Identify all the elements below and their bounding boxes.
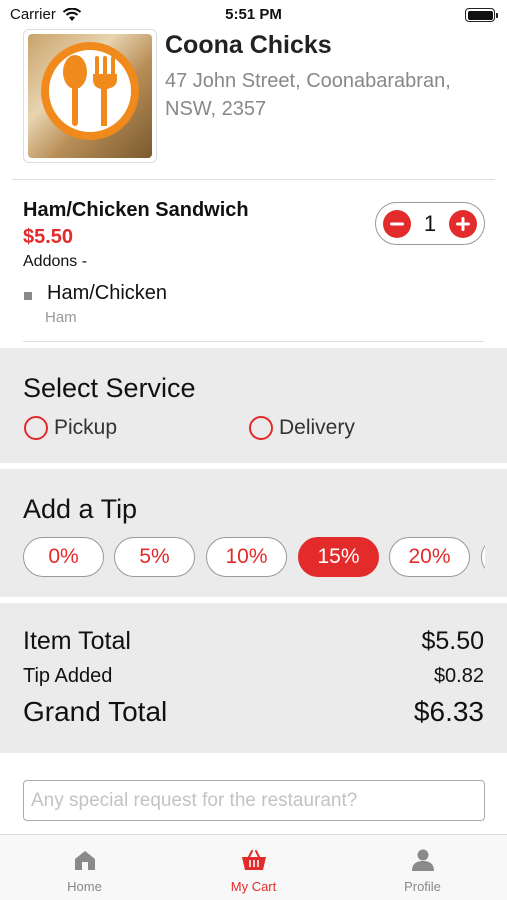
restaurant-logo [23,29,157,163]
quantity-stepper: 1 [375,202,485,245]
tip-added-label: Tip Added [23,665,113,687]
restaurant-header: Coona Chicks 47 John Street, Coonabarabr… [0,28,507,178]
bullet-icon [24,292,32,300]
person-icon [411,849,434,871]
divider [12,179,495,180]
increase-quantity-button[interactable] [449,209,477,238]
totals-section: Item Total $5.50 Tip Added $0.82 Grand T… [0,603,507,753]
status-bar: Carrier 5:51 PM [0,0,507,30]
tab-home-label: Home [67,879,102,894]
item-price: $5.50 [23,226,74,248]
tip-option-more[interactable] [481,537,485,577]
radio-circle [24,416,48,440]
pickup-label: Pickup [54,416,118,439]
tip-option-5[interactable]: 5% [114,537,195,577]
quantity-value: 1 [423,210,437,236]
tip-section: Add a Tip 0% 5% 10% 15% 20% [0,469,507,597]
addon-option: Ham [45,309,77,326]
item-name: Ham/Chicken Sandwich [23,199,249,221]
home-icon [74,851,95,870]
fork-spoon-icon [63,55,117,126]
addons-label: Addons - [23,253,88,270]
decrease-quantity-button[interactable] [383,209,411,238]
basket-icon [241,850,266,870]
restaurant-name: Coona Chicks [165,31,332,59]
divider [23,341,484,342]
tab-profile-label: Profile [404,879,441,894]
tip-options: 0% 5% 10% 15% 20% [23,537,485,577]
tip-option-0[interactable]: 0% [23,537,104,577]
tab-my-cart[interactable]: My Cart [169,835,338,900]
restaurant-address: 47 John Street, Coonabarabran, NSW, 2357 [165,70,451,120]
tip-title: Add a Tip [23,494,138,524]
pickup-radio[interactable]: Pickup [24,416,117,440]
delivery-label: Delivery [279,416,355,439]
tab-my-cart-label: My Cart [230,879,277,894]
cart-item: Ham/Chicken Sandwich $5.50 Addons - Ham/… [0,182,507,342]
service-title: Select Service [23,373,196,403]
tab-bar: Home My Cart Profile [0,834,507,900]
clock: 5:51 PM [225,6,282,23]
delivery-radio[interactable]: Delivery [249,416,355,440]
service-section: Select Service Pickup Delivery [0,348,507,463]
tip-option-20[interactable]: 20% [389,537,470,577]
special-request-input[interactable] [23,780,485,821]
minus-icon [390,222,404,225]
plus-icon [456,216,470,231]
tip-option-15[interactable]: 15% [298,537,379,577]
tip-added-value: $0.82 [433,665,484,687]
tab-home[interactable]: Home [0,835,169,900]
radio-circle [249,416,273,440]
battery-icon [465,8,498,22]
tip-option-10[interactable]: 10% [206,537,287,577]
grand-total-value: $6.33 [413,696,484,727]
grand-total-label: Grand Total [23,696,168,727]
tab-profile[interactable]: Profile [338,835,507,900]
item-total-label: Item Total [23,627,131,655]
addon-name: Ham/Chicken [47,282,168,304]
item-total-value: $5.50 [421,627,484,655]
